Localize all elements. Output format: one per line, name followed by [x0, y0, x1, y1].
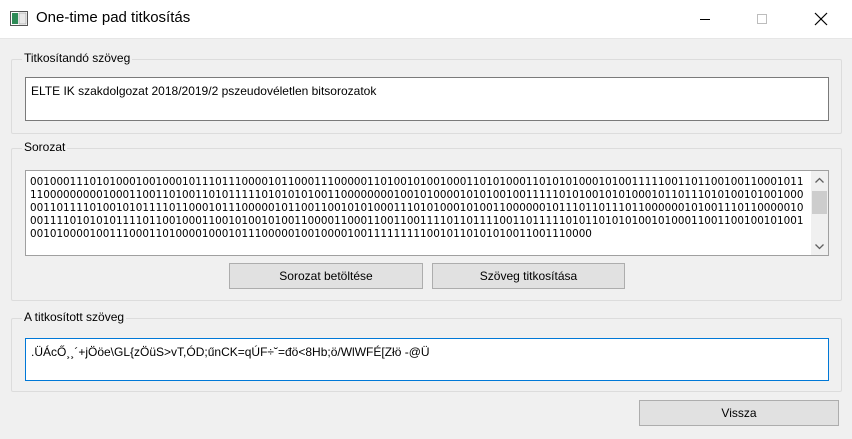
sequence-groupbox: Sorozat 00100011101010001001000101110111… [11, 140, 842, 301]
minimize-button[interactable] [682, 0, 728, 38]
output-groupbox: A titkosított szöveg .ÜÁcŐ¸¸´+jÖöe\GL{zÖ… [11, 310, 842, 392]
close-icon [814, 12, 828, 26]
app-icon [10, 11, 28, 26]
scroll-up-button[interactable] [811, 171, 828, 188]
load-sequence-button[interactable]: Sorozat betöltése [229, 263, 423, 289]
back-button[interactable]: Vissza [639, 400, 839, 426]
sequence-group-title: Sorozat [22, 140, 68, 154]
vertical-scrollbar[interactable] [811, 171, 828, 255]
title-bar: One-time pad titkosítás [0, 0, 852, 39]
plaintext-input[interactable]: ELTE IK szakdolgozat 2018/2019/2 pszeudo… [25, 77, 829, 121]
maximize-button[interactable] [739, 0, 785, 38]
input-group-title: Titkosítandó szöveg [22, 51, 133, 65]
chevron-up-icon [815, 177, 824, 183]
chevron-down-icon [815, 243, 824, 249]
scroll-down-button[interactable] [811, 238, 828, 255]
encrypt-text-button[interactable]: Szöveg titkosítása [432, 263, 625, 289]
bit-sequence-textarea[interactable]: 0010001110101000100100010111011100001011… [25, 170, 829, 256]
minimize-icon [700, 19, 710, 20]
maximize-icon [757, 14, 767, 24]
window-title: One-time pad titkosítás [36, 9, 191, 26]
output-group-title: A titkosított szöveg [22, 310, 127, 324]
ciphertext-output[interactable]: .ÜÁcŐ¸¸´+jÖöe\GL{zÖüS>vT,ÓD;űnCK=qÚF÷˘=đ… [25, 338, 829, 381]
close-button[interactable] [798, 0, 844, 38]
input-groupbox: Titkosítandó szöveg ELTE IK szakdolgozat… [11, 51, 842, 134]
bit-sequence-text: 0010001110101000100100010111011100001011… [30, 176, 804, 241]
scroll-thumb[interactable] [812, 191, 827, 214]
